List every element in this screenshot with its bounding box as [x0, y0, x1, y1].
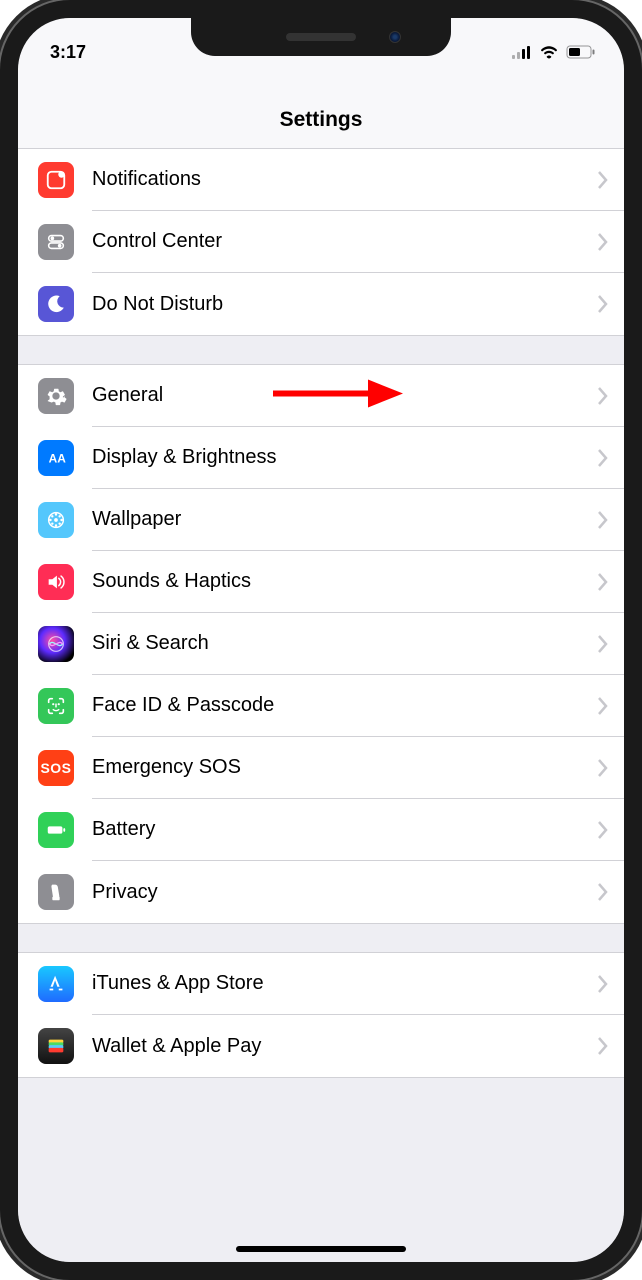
settings-section: Notifications Control Center — [18, 149, 624, 336]
chevron-right-icon — [598, 573, 608, 591]
privacy-icon — [38, 874, 74, 910]
chevron-right-icon — [598, 1037, 608, 1055]
chevron-right-icon — [598, 295, 608, 313]
row-do-not-disturb[interactable]: Do Not Disturb — [18, 273, 624, 335]
settings-list[interactable]: Notifications Control Center — [18, 149, 624, 1262]
chevron-right-icon — [598, 449, 608, 467]
row-label: Wallpaper — [92, 508, 598, 531]
home-indicator[interactable] — [236, 1246, 406, 1252]
row-face-id-passcode[interactable]: Face ID & Passcode — [18, 675, 624, 737]
row-label: Face ID & Passcode — [92, 694, 598, 717]
device-notch — [191, 18, 451, 56]
general-icon — [38, 378, 74, 414]
row-label: Sounds & Haptics — [92, 570, 598, 593]
row-label: Siri & Search — [92, 632, 598, 655]
chevron-right-icon — [598, 511, 608, 529]
chevron-right-icon — [598, 635, 608, 653]
chevron-right-icon — [598, 387, 608, 405]
sounds-haptics-icon — [38, 564, 74, 600]
chevron-right-icon — [598, 171, 608, 189]
svg-text:AA: AA — [49, 452, 67, 466]
face-id-icon — [38, 688, 74, 724]
row-display-brightness[interactable]: AA Display & Brightness — [18, 427, 624, 489]
control-center-icon — [38, 224, 74, 260]
row-wallpaper[interactable]: Wallpaper — [18, 489, 624, 551]
row-emergency-sos[interactable]: SOS Emergency SOS — [18, 737, 624, 799]
app-store-icon — [38, 966, 74, 1002]
battery-icon — [566, 45, 596, 59]
chevron-right-icon — [598, 821, 608, 839]
row-battery[interactable]: Battery — [18, 799, 624, 861]
page-title: Settings — [18, 108, 624, 132]
chevron-right-icon — [598, 233, 608, 251]
row-privacy[interactable]: Privacy — [18, 861, 624, 923]
sos-icon-text: SOS — [40, 760, 71, 776]
nav-header: Settings — [18, 72, 624, 149]
chevron-right-icon — [598, 883, 608, 901]
chevron-right-icon — [598, 759, 608, 777]
row-label: Privacy — [92, 881, 598, 904]
wifi-icon — [539, 45, 559, 59]
row-wallet-apple-pay[interactable]: Wallet & Apple Pay — [18, 1015, 624, 1077]
wallet-icon — [38, 1028, 74, 1064]
row-label: Emergency SOS — [92, 756, 598, 779]
status-indicators — [512, 45, 596, 59]
row-itunes-app-store[interactable]: iTunes & App Store — [18, 953, 624, 1015]
status-time: 3:17 — [50, 42, 86, 63]
wallpaper-icon — [38, 502, 74, 538]
row-sounds-haptics[interactable]: Sounds & Haptics — [18, 551, 624, 613]
settings-section: iTunes & App Store Wallet & Apple Pay — [18, 952, 624, 1078]
chevron-right-icon — [598, 975, 608, 993]
iphone-device-frame: 3:17 Settings — [0, 0, 642, 1280]
row-label: General — [92, 384, 598, 407]
settings-section: General AA Display & Brightness — [18, 364, 624, 924]
chevron-right-icon — [598, 697, 608, 715]
row-label: Battery — [92, 818, 598, 841]
row-general[interactable]: General — [18, 365, 624, 427]
screen: 3:17 Settings — [18, 18, 624, 1262]
row-notifications[interactable]: Notifications — [18, 149, 624, 211]
cellular-signal-icon — [512, 46, 532, 59]
speaker-grille — [286, 33, 356, 41]
row-control-center[interactable]: Control Center — [18, 211, 624, 273]
row-label: Notifications — [92, 168, 598, 191]
row-siri-search[interactable]: Siri & Search — [18, 613, 624, 675]
do-not-disturb-icon — [38, 286, 74, 322]
notifications-icon — [38, 162, 74, 198]
emergency-sos-icon: SOS — [38, 750, 74, 786]
row-label: Display & Brightness — [92, 446, 598, 469]
front-camera — [389, 31, 401, 43]
display-brightness-icon: AA — [38, 440, 74, 476]
row-label: Control Center — [92, 230, 598, 253]
battery-settings-icon — [38, 812, 74, 848]
siri-icon — [38, 626, 74, 662]
row-label: iTunes & App Store — [92, 972, 598, 995]
row-label: Do Not Disturb — [92, 293, 598, 316]
row-label: Wallet & Apple Pay — [92, 1035, 598, 1058]
